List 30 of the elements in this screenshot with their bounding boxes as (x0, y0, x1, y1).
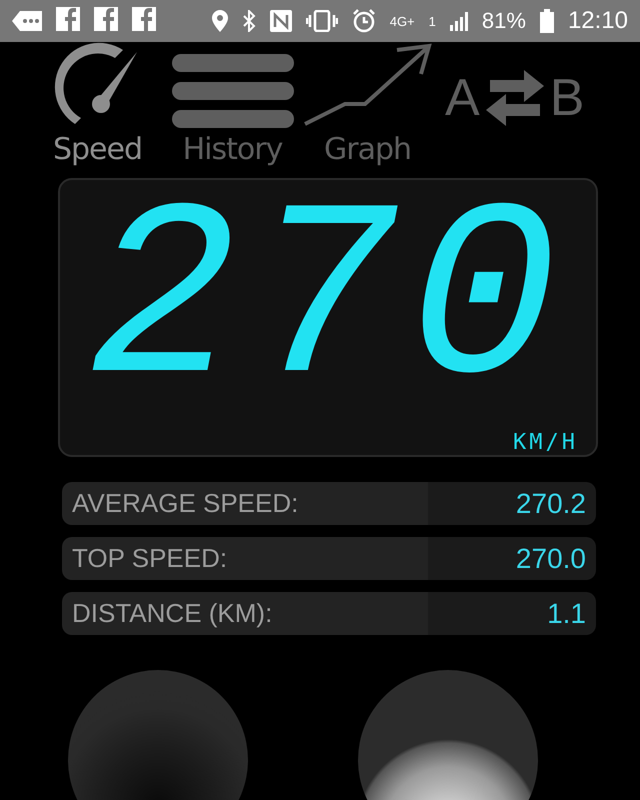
facebook-icon (56, 7, 80, 31)
swap-tab[interactable]: A B (445, 68, 584, 128)
letter-b: B (550, 68, 584, 128)
nav-tab[interactable]: Graph (300, 42, 435, 173)
speed-reading: 270 (88, 180, 568, 430)
letter-a: A (445, 68, 480, 128)
alarm-icon (352, 9, 376, 33)
facebook-icon (132, 7, 156, 31)
location-icon (212, 10, 228, 32)
stat-label: AVERAGE SPEED: (62, 482, 428, 525)
battery-icon (540, 9, 554, 33)
stat-value: 270.2 (428, 482, 596, 525)
nfc-icon (270, 10, 292, 32)
nav-tab[interactable]: History (165, 52, 300, 173)
swap-arrows-icon (484, 70, 546, 126)
nav-tab[interactable]: Speed (30, 42, 165, 173)
stat-label: TOP SPEED: (62, 537, 428, 580)
stat-value: 270.0 (428, 537, 596, 580)
bluetooth-icon (242, 10, 256, 32)
speed-unit: KM/H (513, 430, 578, 455)
clock: 12:10 (568, 7, 628, 35)
facebook-icon (94, 7, 118, 31)
sim-slot: 1 (428, 14, 436, 28)
stat-value: 1.1 (428, 592, 596, 635)
battery-percentage: 81% (482, 8, 526, 34)
stat-label: DISTANCE (KM): (62, 592, 428, 635)
signal-icon (450, 11, 468, 31)
message-icon (12, 11, 42, 31)
vibrate-icon (306, 10, 338, 32)
network-type: 4G+ (390, 14, 415, 28)
